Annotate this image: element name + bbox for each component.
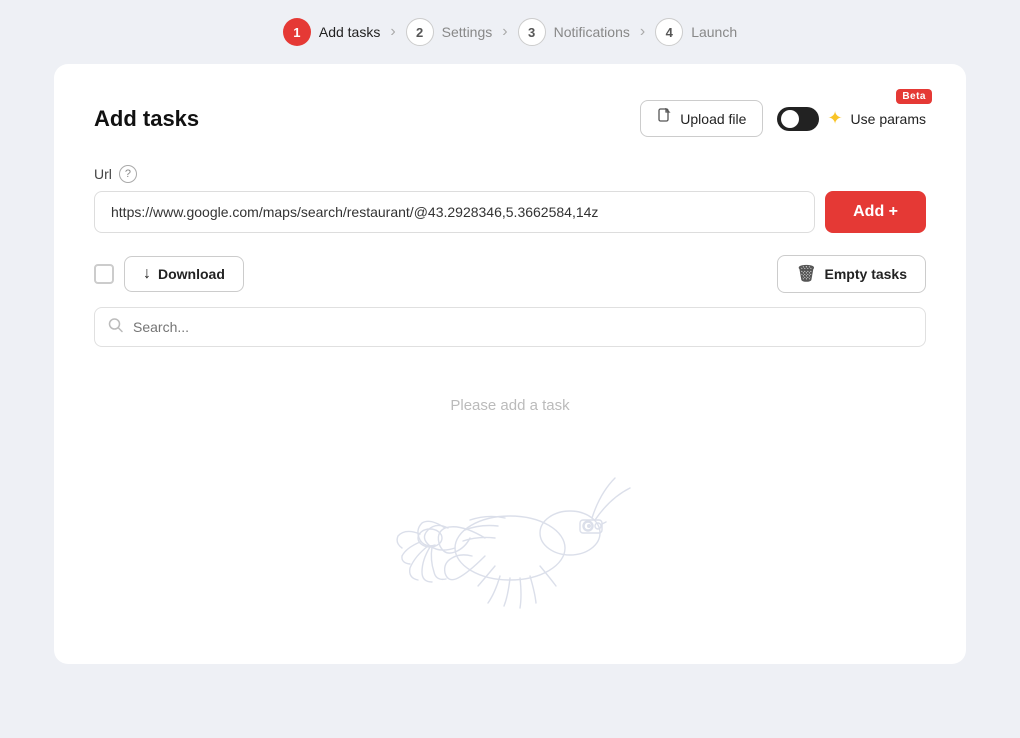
chevron-3: › [640, 23, 645, 41]
url-label-row: Url ? [94, 165, 926, 183]
empty-state-text: Please add a task [450, 397, 569, 414]
step-2[interactable]: 2 Settings [406, 18, 493, 46]
chevron-2: › [502, 23, 507, 41]
use-params-label: Use params [851, 111, 926, 127]
upload-file-button[interactable]: Upload file [640, 100, 763, 137]
empty-tasks-button[interactable]: 🗑 Empty tasks [777, 255, 926, 293]
step-4[interactable]: 4 Launch [655, 18, 737, 46]
toolbar-row: ↓ Download 🗑 Empty tasks [94, 255, 926, 293]
trash-icon: 🗑 [796, 264, 816, 284]
toggle-knob [781, 110, 799, 128]
step-1[interactable]: 1 Add tasks [283, 18, 380, 46]
stepper: 1 Add tasks › 2 Settings › 3 Notificatio… [0, 0, 1020, 64]
step-label-4: Launch [691, 24, 737, 40]
step-label-2: Settings [442, 24, 493, 40]
empty-tasks-label: Empty tasks [825, 266, 907, 282]
header-actions: Upload file ✦ Use params Beta [640, 100, 926, 137]
step-label-3: Notifications [554, 24, 630, 40]
step-num-4: 4 [655, 18, 683, 46]
add-button[interactable]: Add + [825, 191, 926, 233]
upload-icon [657, 108, 673, 129]
star-icon: ✦ [827, 108, 842, 129]
upload-label: Upload file [680, 111, 746, 127]
step-num-1: 1 [283, 18, 311, 46]
url-input[interactable] [94, 191, 815, 233]
card-header: Add tasks Upload file ✦ Use params Beta [94, 100, 926, 137]
step-num-2: 2 [406, 18, 434, 46]
page-title: Add tasks [94, 106, 199, 132]
select-all-checkbox[interactable] [94, 264, 114, 284]
toolbar-left: ↓ Download [94, 256, 244, 292]
step-label-1: Add tasks [319, 24, 380, 40]
empty-state: Please add a task [94, 377, 926, 618]
url-label: Url [94, 166, 112, 182]
chevron-1: › [390, 23, 395, 41]
download-button[interactable]: ↓ Download [124, 256, 244, 292]
lobster-illustration [340, 438, 680, 618]
toggle-switch[interactable] [777, 107, 819, 131]
step-num-3: 3 [518, 18, 546, 46]
use-params-toggle[interactable]: ✦ Use params Beta [777, 107, 926, 131]
url-input-row: Add + [94, 191, 926, 233]
search-wrap [94, 307, 926, 347]
step-3[interactable]: 3 Notifications [518, 18, 630, 46]
main-card: Add tasks Upload file ✦ Use params Beta [54, 64, 966, 664]
download-label: Download [158, 266, 225, 282]
download-icon: ↓ [143, 265, 151, 283]
help-icon[interactable]: ? [119, 165, 137, 183]
beta-badge: Beta [896, 89, 932, 104]
search-icon [108, 318, 123, 337]
search-input[interactable] [94, 307, 926, 347]
